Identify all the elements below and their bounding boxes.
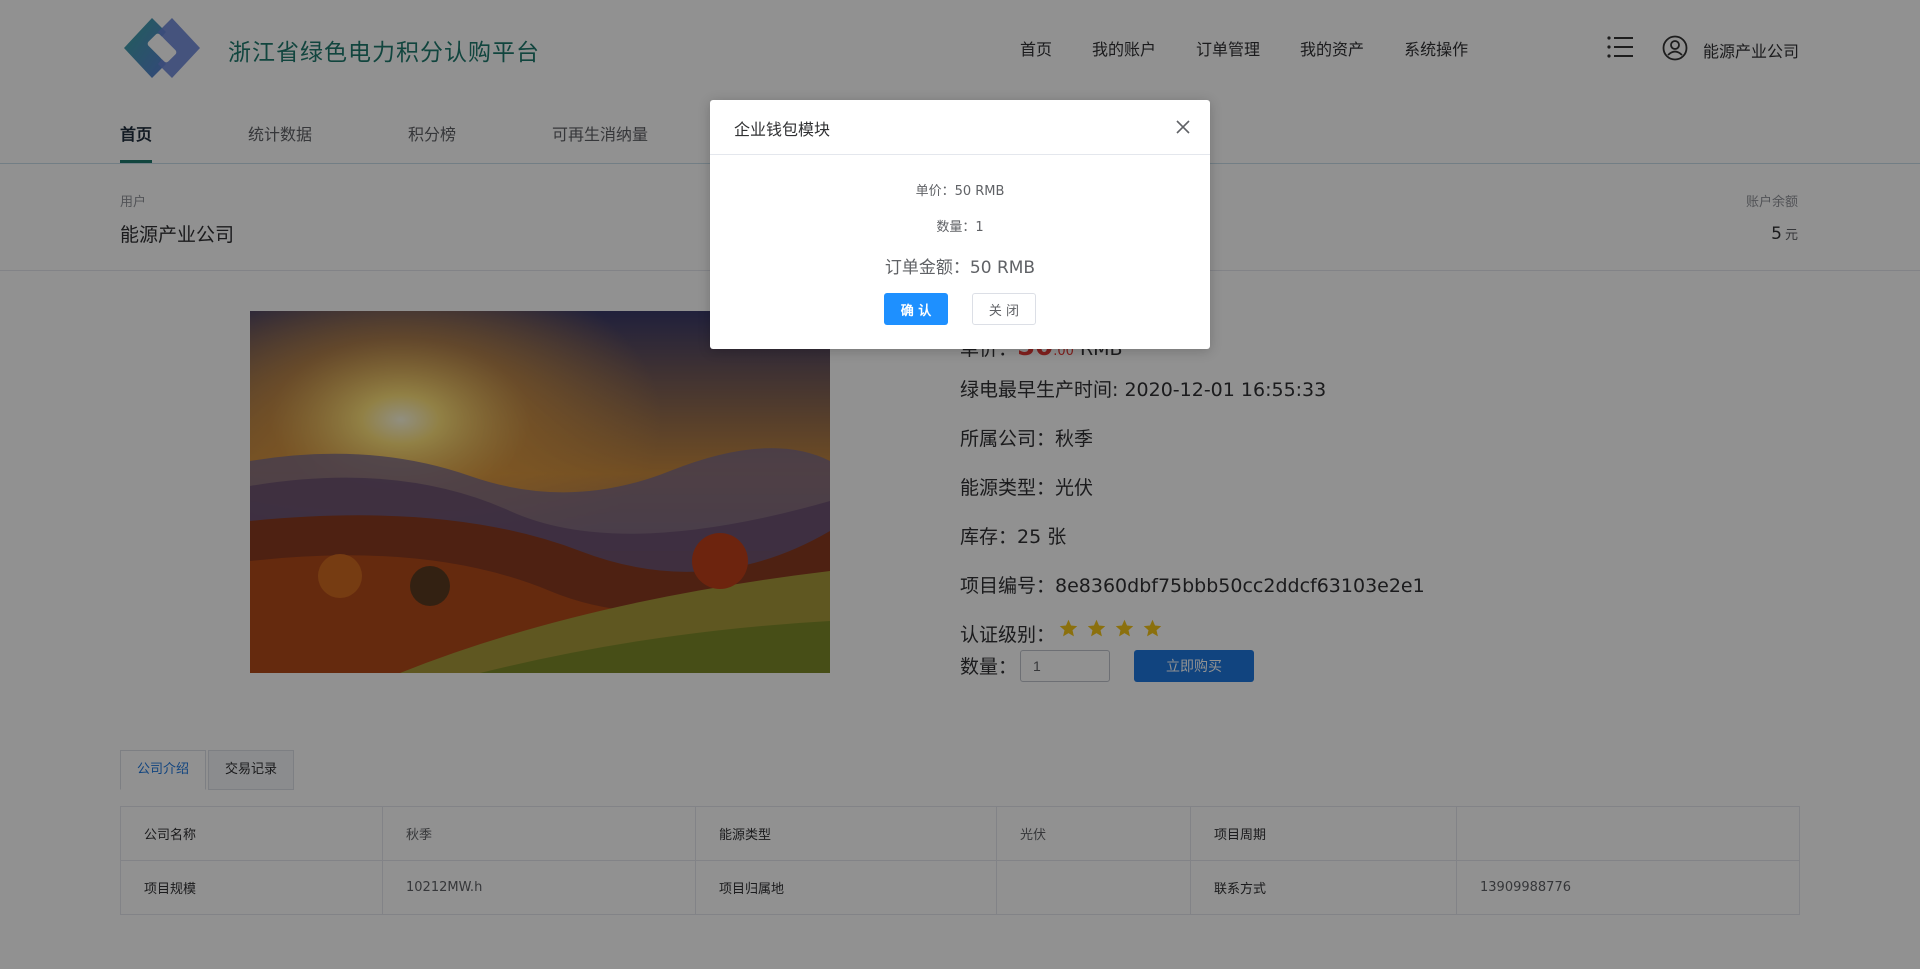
dialog-unit-price: 单价：50 RMB	[915, 184, 1005, 199]
close-button[interactable]: 关 闭	[972, 293, 1036, 325]
dialog-order-amount: 订单金额：50 RMB	[884, 258, 1036, 278]
confirm-button[interactable]: 确 认	[884, 293, 948, 325]
close-icon[interactable]	[1174, 118, 1192, 136]
dialog-quantity: 数量：1	[936, 220, 984, 235]
dialog-title: 企业钱包模块	[734, 120, 831, 139]
wallet-dialog: 企业钱包模块 单价：50 RMB 数量：1 订单金额：50 RMB 确 认 关 …	[710, 100, 1210, 349]
dialog-header: 企业钱包模块	[710, 100, 1210, 155]
